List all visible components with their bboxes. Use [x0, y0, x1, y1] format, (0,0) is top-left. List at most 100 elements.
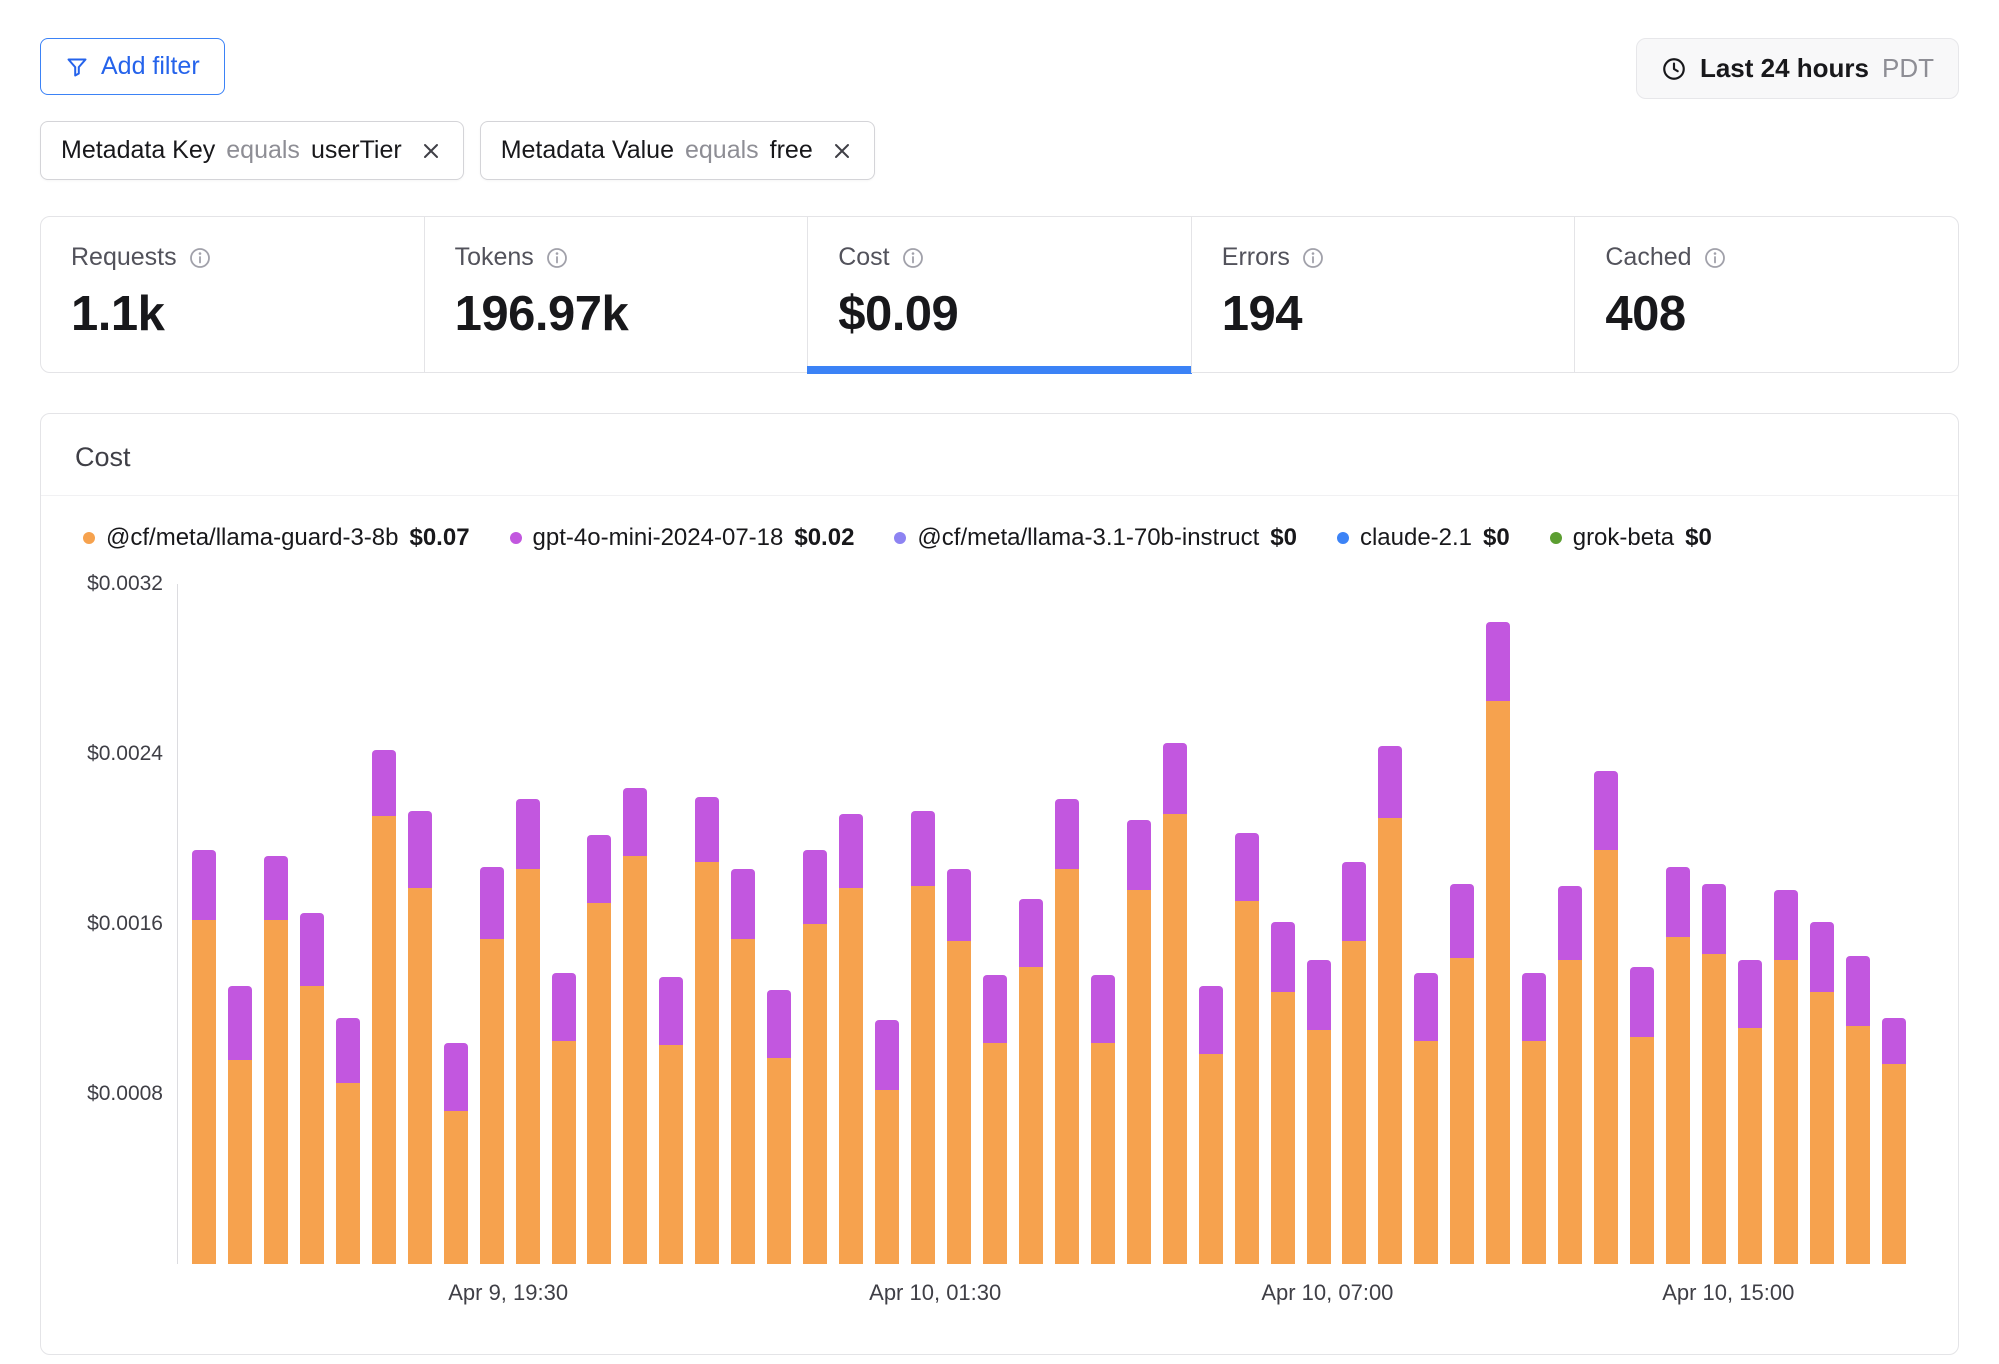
y-axis-tick: $0.0016 [87, 912, 163, 936]
cost-bar[interactable] [1450, 584, 1474, 1264]
cost-bar[interactable] [731, 584, 755, 1264]
cost-bar[interactable] [408, 584, 432, 1264]
cost-bar[interactable] [623, 584, 647, 1264]
info-icon[interactable] [188, 246, 212, 270]
info-icon[interactable] [901, 246, 925, 270]
cost-bar[interactable] [300, 584, 324, 1264]
legend-series-name: @cf/meta/llama-3.1-70b-instruct [917, 524, 1259, 552]
cost-bar[interactable] [1486, 584, 1510, 1264]
cost-bar[interactable] [1019, 584, 1043, 1264]
metric-card-tokens[interactable]: Tokens 196.97k [424, 216, 809, 373]
clock-icon [1661, 56, 1687, 82]
cost-bar[interactable] [1091, 584, 1115, 1264]
filter-chip[interactable]: Metadata Value equals free [480, 121, 875, 180]
cost-bar[interactable] [1342, 584, 1366, 1264]
metric-card-cached[interactable]: Cached 408 [1574, 216, 1959, 373]
cost-bar[interactable] [1774, 584, 1798, 1264]
legend-item[interactable]: grok-beta $0 [1550, 524, 1712, 552]
metric-label: Errors [1222, 243, 1290, 272]
bar-stack [1235, 833, 1259, 1264]
bar-segment [1127, 890, 1151, 1264]
remove-filter-icon[interactable] [419, 139, 443, 163]
filter-value: userTier [311, 136, 402, 165]
info-icon[interactable] [1703, 246, 1727, 270]
bar-segment [372, 750, 396, 816]
cost-bar[interactable] [911, 584, 935, 1264]
bar-segment [767, 990, 791, 1058]
cost-bar[interactable] [1271, 584, 1295, 1264]
cost-bar[interactable] [1522, 584, 1546, 1264]
cost-bar[interactable] [1630, 584, 1654, 1264]
cost-bar[interactable] [1810, 584, 1834, 1264]
chart-title: Cost [75, 442, 131, 472]
bar-stack [552, 973, 576, 1264]
cost-bar[interactable] [1846, 584, 1870, 1264]
bar-stack [1378, 746, 1402, 1265]
cost-bar[interactable] [1163, 584, 1187, 1264]
remove-filter-icon[interactable] [830, 139, 854, 163]
metric-label: Requests [71, 243, 177, 272]
bar-stack [1091, 975, 1115, 1264]
bar-segment [264, 920, 288, 1264]
bar-stack [767, 990, 791, 1264]
cost-bar[interactable] [192, 584, 216, 1264]
x-axis-label: Apr 10, 15:00 [1662, 1280, 1794, 1306]
cost-bar[interactable] [1199, 584, 1223, 1264]
legend-color-dot [83, 532, 95, 544]
legend-item[interactable]: claude-2.1 $0 [1337, 524, 1510, 552]
legend-item[interactable]: @cf/meta/llama-guard-3-8b $0.07 [83, 524, 470, 552]
metric-card-requests[interactable]: Requests 1.1k [40, 216, 425, 373]
time-range-selector[interactable]: Last 24 hours PDT [1636, 38, 1959, 99]
bar-segment [1450, 958, 1474, 1264]
cost-bar[interactable] [1414, 584, 1438, 1264]
legend-item[interactable]: gpt-4o-mini-2024-07-18 $0.02 [510, 524, 855, 552]
filter-chip[interactable]: Metadata Key equals userTier [40, 121, 464, 180]
cost-bar[interactable] [264, 584, 288, 1264]
cost-bar[interactable] [516, 584, 540, 1264]
add-filter-button[interactable]: Add filter [40, 38, 225, 95]
bar-segment [1199, 986, 1223, 1054]
cost-bar[interactable] [1235, 584, 1259, 1264]
filter-operator: equals [685, 136, 759, 165]
cost-bar[interactable] [336, 584, 360, 1264]
cost-bar[interactable] [587, 584, 611, 1264]
cost-bar[interactable] [695, 584, 719, 1264]
metric-label-row: Errors [1222, 243, 1545, 272]
cost-bar[interactable] [767, 584, 791, 1264]
bar-segment [875, 1090, 899, 1264]
cost-bar[interactable] [1558, 584, 1582, 1264]
metric-card-errors[interactable]: Errors 194 [1191, 216, 1576, 373]
cost-bar[interactable] [480, 584, 504, 1264]
cost-bar[interactable] [1882, 584, 1906, 1264]
cost-bar[interactable] [839, 584, 863, 1264]
info-icon[interactable] [545, 246, 569, 270]
cost-bar[interactable] [1127, 584, 1151, 1264]
cost-bar[interactable] [228, 584, 252, 1264]
cost-bar[interactable] [803, 584, 827, 1264]
legend-series-name: claude-2.1 [1360, 524, 1472, 552]
legend-item[interactable]: @cf/meta/llama-3.1-70b-instruct $0 [894, 524, 1297, 552]
cost-bar[interactable] [947, 584, 971, 1264]
bar-segment [1738, 960, 1762, 1028]
cost-bar[interactable] [1378, 584, 1402, 1264]
bar-segment [444, 1111, 468, 1264]
bar-stack [1019, 899, 1043, 1265]
cost-bar[interactable] [659, 584, 683, 1264]
cost-bar[interactable] [552, 584, 576, 1264]
bar-stack [839, 814, 863, 1265]
bar-segment [1702, 954, 1726, 1264]
cost-bar[interactable] [1702, 584, 1726, 1264]
cost-bar[interactable] [983, 584, 1007, 1264]
info-icon[interactable] [1301, 246, 1325, 270]
cost-bar[interactable] [1738, 584, 1762, 1264]
cost-bar[interactable] [1055, 584, 1079, 1264]
cost-bar[interactable] [444, 584, 468, 1264]
cost-bar[interactable] [372, 584, 396, 1264]
bar-segment [1882, 1064, 1906, 1264]
cost-bar[interactable] [1594, 584, 1618, 1264]
metric-card-cost[interactable]: Cost $0.09 [807, 216, 1192, 373]
cost-bar[interactable] [1307, 584, 1331, 1264]
bar-segment [731, 869, 755, 939]
cost-bar[interactable] [1666, 584, 1690, 1264]
cost-bar[interactable] [875, 584, 899, 1264]
